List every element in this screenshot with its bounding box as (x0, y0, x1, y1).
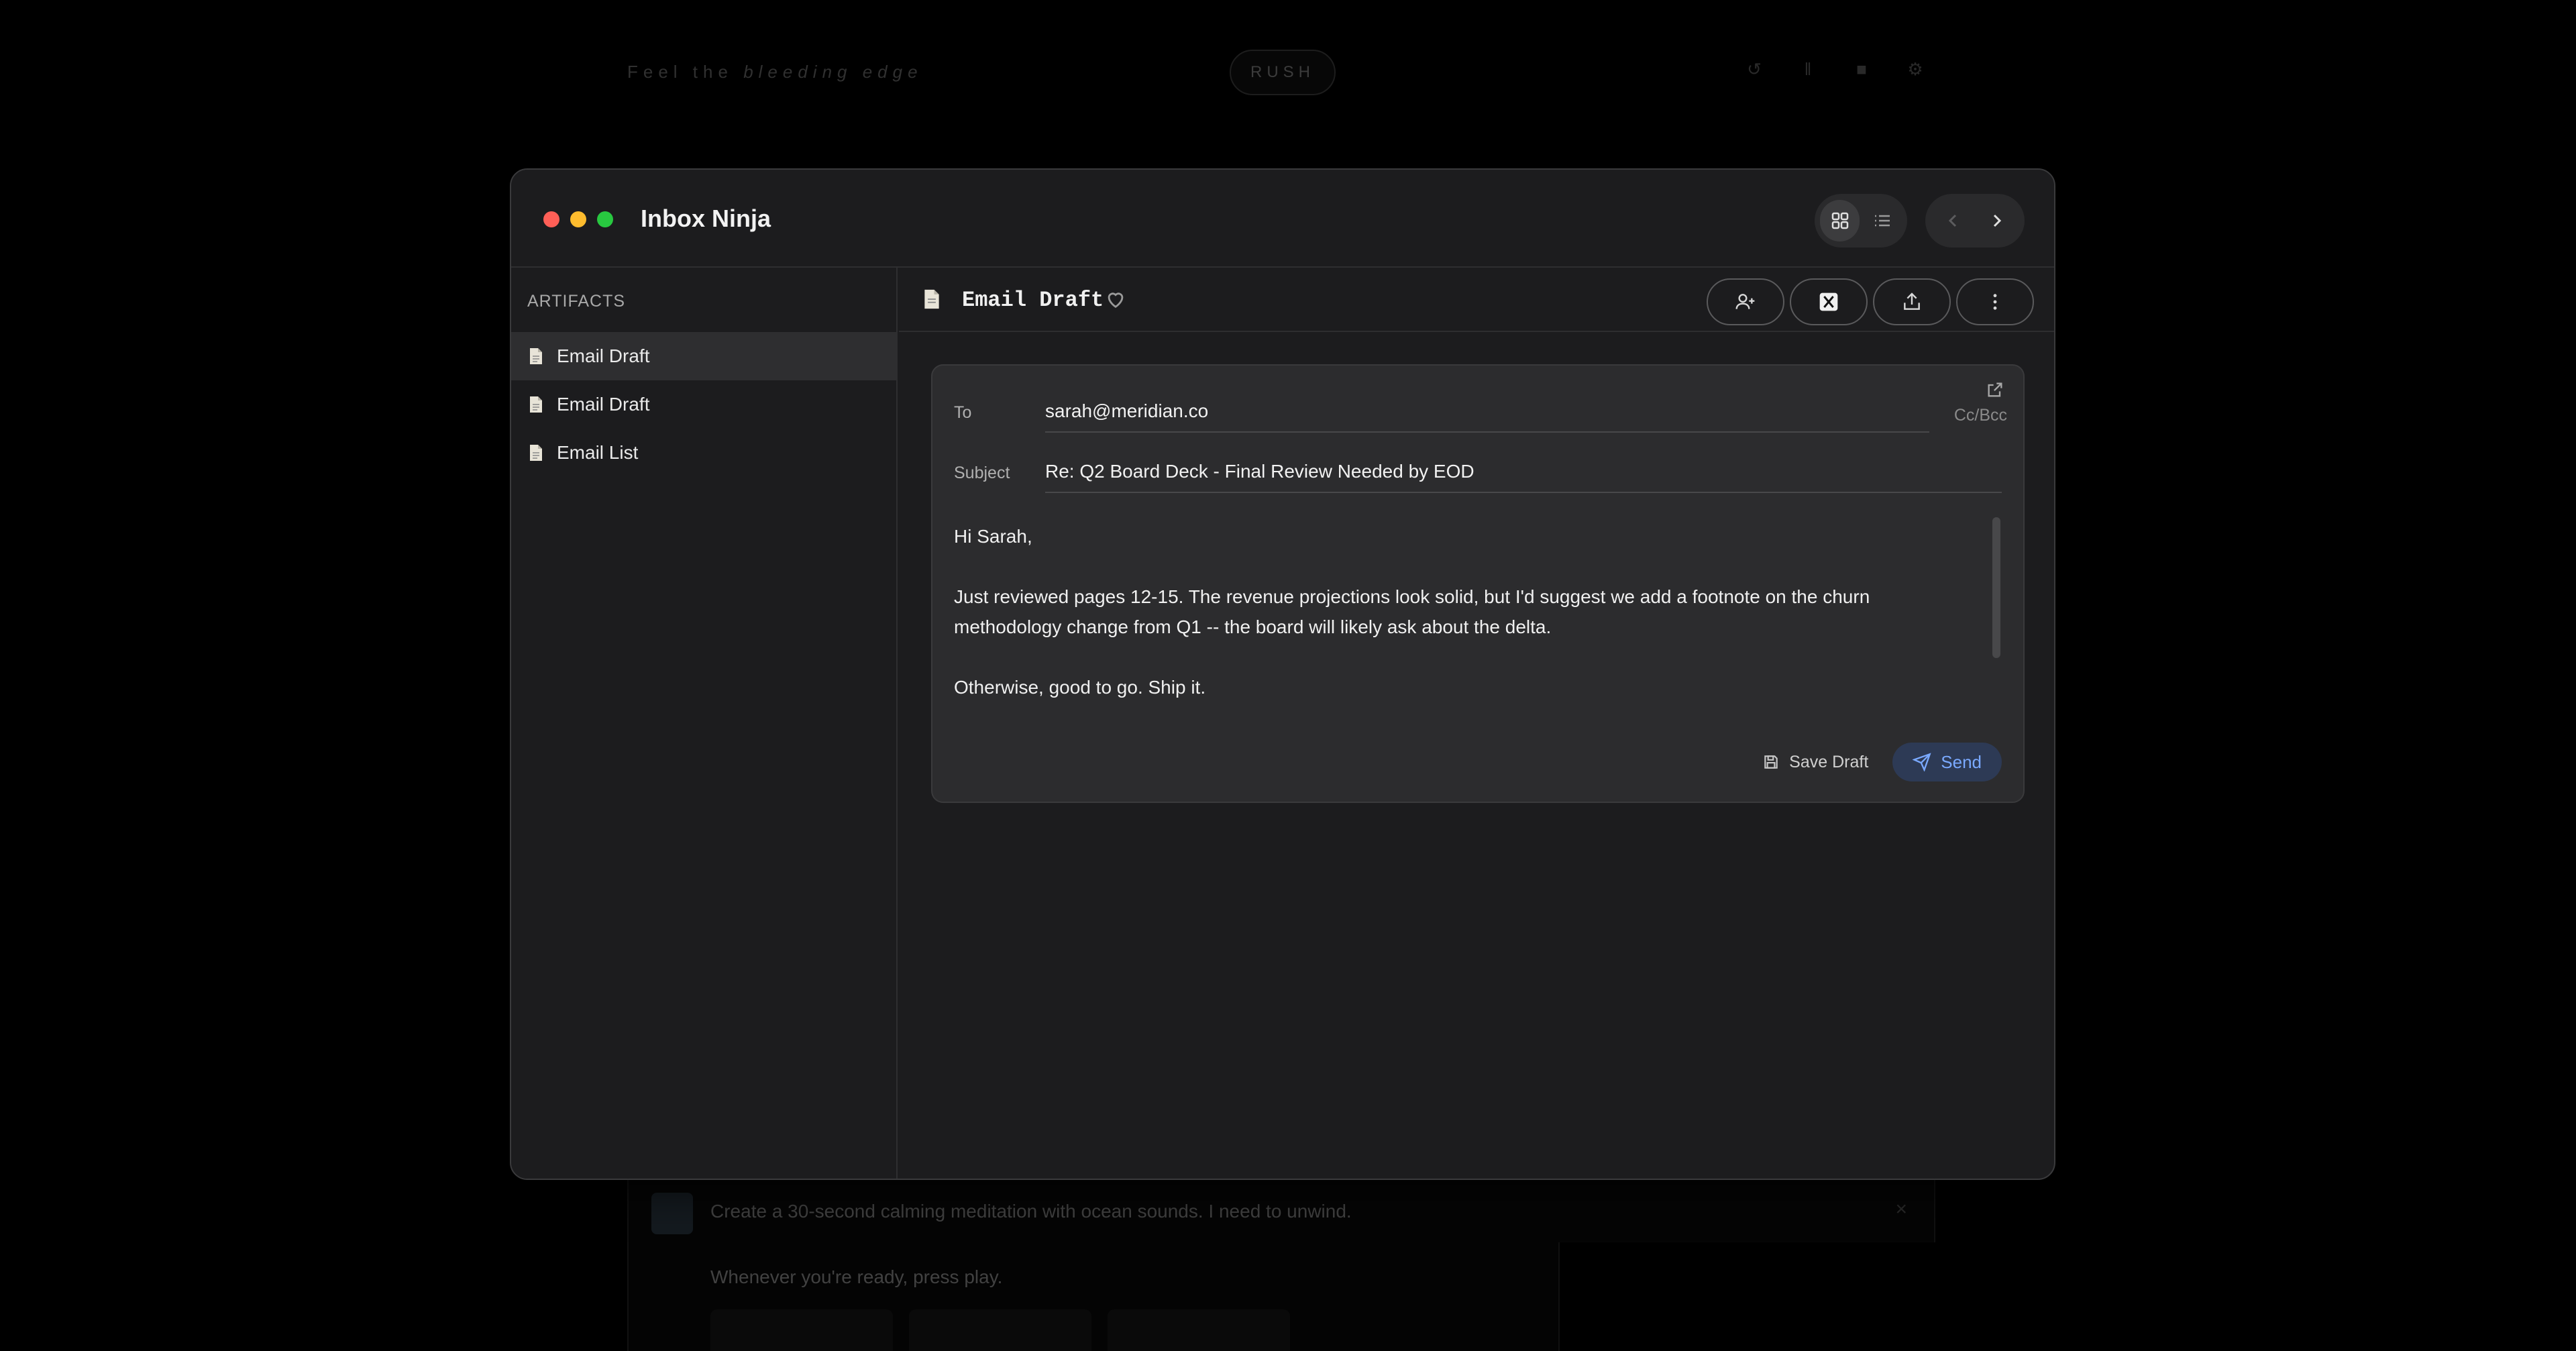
artifact-title: Email Draft (962, 288, 1104, 313)
response-text: Whenever you're ready, press play. (710, 1266, 1003, 1287)
share-button[interactable] (1873, 278, 1951, 325)
artifact-navigation (1925, 194, 2025, 248)
subject-underline (1045, 492, 2002, 493)
list-view-button[interactable] (1862, 200, 1902, 241)
add-user-button[interactable] (1707, 278, 1784, 325)
window-controls (543, 211, 613, 227)
save-draft-button[interactable]: Save Draft (1749, 743, 1882, 781)
maximize-window-button[interactable] (597, 211, 613, 227)
subject-row: Subject Re: Q2 Board Deck - Final Review… (954, 450, 2002, 493)
prompt-bubble: Create a 30-second calming meditation wi… (627, 1175, 1935, 1242)
list-icon (1874, 215, 1890, 227)
close-window-button[interactable] (543, 211, 559, 227)
close-icon[interactable]: × (1895, 1198, 1907, 1221)
history-icon[interactable]: ↺ (1744, 59, 1764, 79)
document-icon (530, 396, 542, 413)
x-share-button[interactable] (1790, 278, 1868, 325)
content-header: Email Draft (899, 268, 2054, 332)
more-vertical-icon (1993, 294, 1997, 310)
save-icon (1764, 755, 1778, 769)
x-logo-icon (1819, 292, 1838, 311)
minimize-window-button[interactable] (570, 211, 586, 227)
to-row: To sarah@meridian.co Cc/Bcc (954, 390, 2007, 433)
add-user-icon (1735, 294, 1755, 309)
library-icon[interactable]: ‖ (1798, 59, 1818, 79)
avatar (651, 1193, 693, 1234)
view-toggle (1815, 194, 1907, 248)
artifact-window: Inbox Ninja ARTIFACTS Email Draft Email … (510, 168, 2055, 1180)
chevron-left-icon (1948, 214, 1957, 227)
app-title: Inbox Ninja (641, 205, 771, 232)
heart-icon[interactable] (1104, 288, 1127, 311)
body-paragraph: Otherwise, good to go. Ship it. (954, 677, 1206, 698)
subject-field[interactable]: Re: Q2 Board Deck - Final Review Needed … (1045, 461, 1474, 482)
sidebar-heading: ARTIFACTS (527, 292, 626, 311)
sidebar-item-email-draft[interactable]: Email Draft (511, 332, 896, 380)
subject-label: Subject (954, 464, 1010, 482)
grid-view-button[interactable] (1820, 200, 1860, 241)
more-options-button[interactable] (1956, 278, 2034, 325)
sidebar-item-label: Email Draft (557, 345, 650, 366)
prompt-text: Create a 30-second calming meditation wi… (710, 1201, 1352, 1222)
sidebar-item-label: Email List (557, 442, 639, 463)
body-paragraph: Hi Sarah, (954, 526, 1032, 547)
share-icon (1904, 292, 1920, 310)
response-area: Whenever you're ready, press play. (627, 1242, 1560, 1351)
title-bar: Inbox Ninja (511, 170, 2054, 268)
email-draft-card: To sarah@meridian.co Cc/Bcc Subject Re: … (931, 364, 2025, 803)
artifacts-sidebar: ARTIFACTS Email Draft Email Draft Email … (511, 268, 898, 1179)
sidebar-item-email-list[interactable]: Email List (511, 429, 896, 477)
audio-tile[interactable] (909, 1309, 1091, 1351)
gear-icon[interactable]: ⚙ (1905, 59, 1925, 79)
artifact-list: Email Draft Email Draft Email List (511, 332, 896, 477)
body-paragraph: Just reviewed pages 12-15. The revenue p… (954, 586, 1870, 637)
to-field[interactable]: sarah@meridian.co (1045, 400, 1208, 422)
rush-button[interactable]: RUSH (1230, 50, 1336, 95)
send-button[interactable]: Send (1892, 743, 2002, 781)
top-icons: ↺ ‖ ■ ⚙ (1744, 59, 1925, 79)
tagline-emphasis: bleeding edge (743, 62, 923, 82)
email-actions: Save Draft Send (1749, 743, 2002, 781)
sidebar-item-email-draft[interactable]: Email Draft (511, 380, 896, 429)
tagline: Feel the bleeding edge (627, 62, 923, 83)
sidebar-item-label: Email Draft (557, 394, 650, 415)
document-icon (924, 289, 939, 309)
artifact-content: Email Draft To sarah@meridian.co Cc/Bcc … (899, 268, 2054, 1179)
audio-tile[interactable] (1108, 1309, 1290, 1351)
document-icon (530, 348, 542, 364)
save-draft-label: Save Draft (1789, 752, 1869, 771)
ccbcc-toggle[interactable]: Cc/Bcc (1954, 406, 2007, 425)
body-scrollbar[interactable] (1992, 517, 2000, 658)
send-icon (1913, 753, 1931, 771)
to-underline (1045, 431, 1929, 433)
bag-icon[interactable]: ■ (1851, 59, 1872, 79)
document-tile[interactable] (710, 1309, 893, 1351)
next-button[interactable] (1978, 202, 2015, 239)
send-label: Send (1941, 751, 1982, 772)
grid-icon (1831, 212, 1848, 229)
chevron-right-icon (1993, 214, 2002, 227)
email-body[interactable]: Hi Sarah, Just reviewed pages 12-15. The… (954, 521, 1953, 733)
tagline-prefix: Feel the (627, 62, 733, 82)
to-label: To (954, 403, 972, 422)
artifact-actions (1707, 278, 2034, 325)
previous-button[interactable] (1935, 202, 1972, 239)
document-icon (530, 445, 542, 461)
